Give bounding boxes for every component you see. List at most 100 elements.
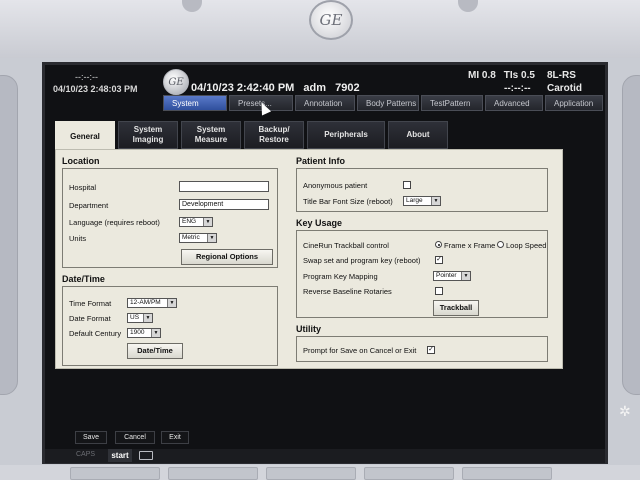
units-label: Units (69, 234, 87, 243)
utility-title: Utility (296, 324, 322, 334)
header-clock: --:--:-- 04/10/23 2:48:03 PM (53, 71, 138, 95)
chevron-down-icon: ▼ (143, 314, 152, 322)
gear-icon[interactable]: ✲ (619, 403, 631, 420)
hospital-label: Hospital (69, 183, 97, 192)
tab-system[interactable]: System (163, 95, 227, 111)
swap-label: Swap set and program key (reboot) (303, 256, 421, 265)
exam-info: 04/10/23 2:42:40 PM adm 7902 (191, 82, 366, 94)
general-settings-panel: Location Hospital Department Development… (55, 149, 563, 369)
titlebar-font-select[interactable]: Large ▼ (403, 196, 441, 206)
hospital-field[interactable] (179, 181, 269, 192)
key-usage-title: Key Usage (296, 218, 343, 228)
tab-backup-restore[interactable]: Backup/ Restore (244, 121, 304, 149)
location-group: Hospital Department Development Language… (62, 168, 278, 268)
hardware-key[interactable] (364, 467, 454, 480)
time-format-select[interactable]: 12-AM/PM ▼ (127, 298, 177, 308)
key-mapping-select[interactable]: Pointer ▼ (433, 271, 471, 281)
tis-subvalue: --:--:-- (504, 83, 531, 94)
tab-application[interactable]: Application (545, 95, 603, 111)
tab-system-measure[interactable]: System Measure (181, 121, 241, 149)
clock-top: --:--:-- (75, 72, 98, 82)
exit-button[interactable]: Exit (161, 431, 189, 444)
tab-general[interactable]: General (55, 121, 115, 152)
date-format-select[interactable]: US ▼ (127, 313, 153, 323)
chevron-down-icon: ▼ (203, 218, 212, 226)
swap-checkbox[interactable]: ✓ (435, 256, 443, 264)
trackball-button[interactable]: Trackball (433, 300, 479, 316)
date-time-button[interactable]: Date/Time (127, 343, 183, 359)
datetime-title: Date/Time (62, 274, 105, 284)
reverse-baseline-label: Reverse Baseline Rotaries (303, 287, 392, 296)
operator-id: adm (303, 82, 327, 94)
century-label: Default Century (69, 329, 122, 338)
time-format-value: 12-AM/PM (130, 299, 161, 306)
anonymous-checkbox[interactable] (403, 181, 411, 189)
start-button[interactable]: start (108, 449, 132, 462)
cinerun-frame-label: Frame x Frame (444, 241, 496, 250)
units-select[interactable]: Metric ▼ (179, 233, 217, 243)
caps-indicator: CAPS (76, 451, 96, 458)
cancel-button[interactable]: Cancel (115, 431, 155, 444)
department-field[interactable]: Development (179, 199, 269, 210)
chevron-down-icon: ▼ (431, 197, 440, 205)
chevron-down-icon: ▼ (167, 299, 176, 307)
tab-system-imaging[interactable]: System Imaging (118, 121, 178, 149)
tab-peripherals[interactable]: Peripherals (307, 121, 385, 149)
ge-screen-logo: GE (163, 69, 189, 95)
date-format-value: US (130, 314, 140, 321)
prompt-save-label: Prompt for Save on Cancel or Exit (303, 346, 417, 355)
cinerun-label: CineRun Trackball control (303, 241, 389, 250)
left-side-panel (0, 75, 18, 395)
tab-about[interactable]: About (388, 121, 448, 149)
tab-advanced[interactable]: Advanced (485, 95, 543, 111)
chevron-down-icon: ▼ (207, 234, 216, 242)
tab-annotation[interactable]: Annotation (295, 95, 355, 111)
keyboard-icon[interactable] (139, 451, 153, 460)
right-side-panel (622, 75, 640, 395)
cinerun-loop-radio[interactable] (497, 241, 504, 248)
hardware-key[interactable] (266, 467, 356, 480)
century-value: 1900 (130, 329, 145, 336)
language-select[interactable]: ENG ▼ (179, 217, 213, 227)
language-value: ENG (182, 218, 197, 225)
hardware-key[interactable] (168, 467, 258, 480)
century-select[interactable]: 1900 ▼ (127, 328, 161, 338)
ge-device-logo: GE (309, 0, 353, 40)
exam-datetime: 04/10/23 2:42:40 PM (191, 82, 295, 94)
datetime-group: Time Format 12-AM/PM ▼ Date Format US ▼ De… (62, 286, 278, 366)
config-tabs: General System Imaging System Measure Ba… (55, 121, 451, 152)
titlebar-font-value: Large (406, 197, 423, 204)
cinerun-loop-label: Loop Speed (506, 241, 547, 250)
clock-datetime: 04/10/23 2:48:03 PM (53, 84, 138, 94)
key-mapping-value: Pointer (436, 272, 457, 279)
preset-name: Carotid (547, 83, 582, 94)
ultrasound-screen: --:--:-- 04/10/23 2:48:03 PM GE 04/10/23… (42, 62, 608, 464)
time-format-label: Time Format (69, 299, 112, 308)
acoustic-output: MI 0.8 TIs 0.5 --:--:-- (468, 69, 543, 95)
chevron-down-icon: ▼ (151, 329, 160, 337)
hardware-key[interactable] (70, 467, 160, 480)
utility-group: Prompt for Save on Cancel or Exit ✓ (296, 336, 548, 362)
cinerun-frame-radio[interactable] (435, 241, 442, 248)
patient-info-group: Anonymous patient Title Bar Font Size (r… (296, 168, 548, 212)
reverse-baseline-checkbox[interactable] (435, 287, 443, 295)
save-button[interactable]: Save (75, 431, 107, 444)
patient-info-title: Patient Info (296, 156, 345, 166)
mi-value: MI 0.8 (468, 70, 496, 81)
titlebar-font-label: Title Bar Font Size (reboot) (303, 197, 393, 206)
probe-name: 8L-RS (547, 70, 576, 81)
key-usage-group: CineRun Trackball control Frame x Frame … (296, 230, 548, 318)
location-title: Location (62, 156, 100, 166)
date-format-label: Date Format (69, 314, 111, 323)
probe-info: 8L-RS Carotid (547, 69, 582, 95)
regional-options-button[interactable]: Regional Options (181, 249, 273, 265)
chevron-down-icon: ▼ (461, 272, 470, 280)
hardware-key[interactable] (462, 467, 552, 480)
tab-testpattern[interactable]: TestPattern (421, 95, 483, 111)
prompt-save-checkbox[interactable]: ✓ (427, 346, 435, 354)
key-mapping-label: Program Key Mapping (303, 272, 378, 281)
exam-id: 7902 (335, 82, 360, 94)
tab-body-patterns[interactable]: Body Patterns (357, 95, 419, 111)
utility-nav-tabs: System Presets... Annotation Body Patter… (163, 95, 605, 111)
anonymous-label: Anonymous patient (303, 181, 368, 190)
